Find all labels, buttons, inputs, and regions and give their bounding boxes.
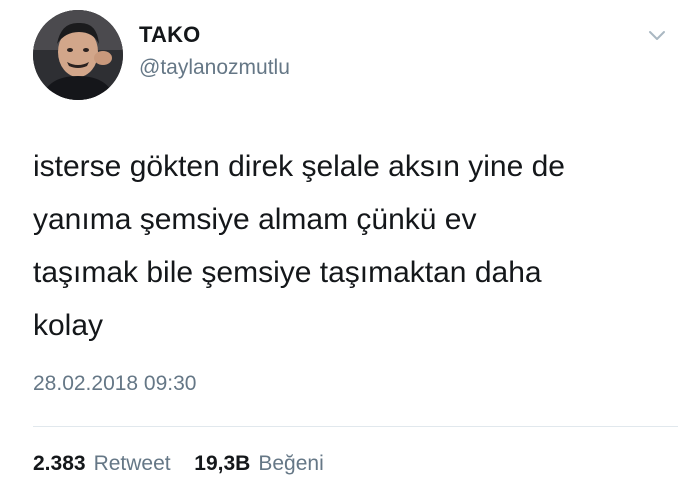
retweet-label: Retweet bbox=[93, 452, 171, 475]
like-count: 19,3B bbox=[194, 452, 251, 475]
chevron-down-icon[interactable] bbox=[646, 28, 668, 44]
tweet-text: isterse gökten direk şelale aksın yine d… bbox=[33, 140, 673, 352]
tweet-text-line: kolay bbox=[33, 309, 104, 342]
avatar-image bbox=[33, 10, 123, 100]
timestamp[interactable]: 28.02.2018 09:30 bbox=[33, 372, 197, 396]
like-stat[interactable]: 19,3B Beğeni bbox=[194, 452, 323, 475]
tweet-text-line: isterse gökten direk şelale aksın yine d… bbox=[33, 150, 565, 183]
avatar[interactable] bbox=[33, 10, 123, 100]
display-name[interactable]: TAKO bbox=[139, 22, 201, 48]
tweet-card: TAKO @taylanozmutlu isterse gökten direk… bbox=[0, 0, 700, 481]
tweet-text-line: taşımak bile şemsiye taşımaktan daha bbox=[33, 256, 542, 289]
retweet-count: 2.383 bbox=[33, 452, 86, 475]
like-label: Beğeni bbox=[258, 452, 324, 475]
engagement-stats: 2.383 Retweet 19,3B Beğeni bbox=[33, 452, 324, 476]
tweet-text-line: yanıma şemsiye almam çünkü ev bbox=[33, 203, 477, 236]
divider bbox=[33, 426, 678, 427]
username[interactable]: @taylanozmutlu bbox=[139, 56, 290, 80]
retweet-stat[interactable]: 2.383 Retweet bbox=[33, 452, 176, 475]
